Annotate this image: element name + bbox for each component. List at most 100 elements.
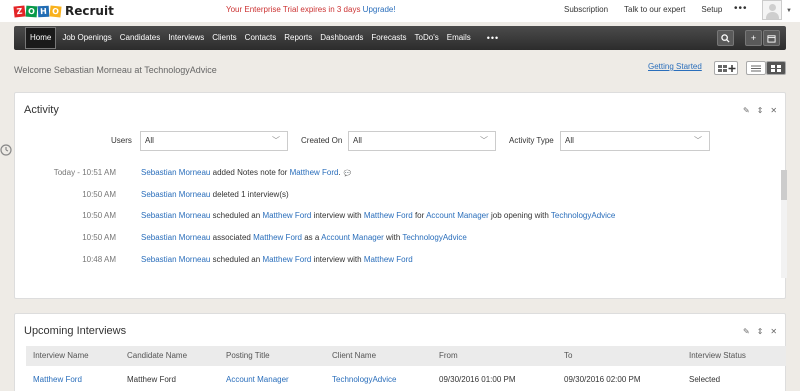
activity-text-fragment: associated xyxy=(210,233,254,242)
activity-type-select[interactable]: All ﹀ xyxy=(560,131,710,151)
chevron-down-icon[interactable]: ▼ xyxy=(786,8,792,14)
created-on-select[interactable]: All ﹀ xyxy=(348,131,496,151)
activity-time: 10:50 AM xyxy=(82,190,116,199)
activity-link[interactable]: Account Manager xyxy=(321,233,384,242)
column-header[interactable]: Posting Title xyxy=(226,351,270,360)
close-icon[interactable]: ✕ xyxy=(770,106,777,115)
main-nav: Home Job Openings Candidates Interviews Clie… xyxy=(14,26,786,50)
created-on-value: All xyxy=(353,136,362,145)
header-more-icon[interactable]: ••• xyxy=(734,3,748,14)
activity-link[interactable]: Matthew Ford xyxy=(364,211,413,220)
clock-icon[interactable] xyxy=(0,143,13,157)
column-header[interactable]: To xyxy=(564,351,572,360)
activity-text-fragment: deleted 1 interview(s) xyxy=(210,190,289,199)
table-cell: 09/30/2016 01:00 PM xyxy=(439,375,516,384)
activity-scroll-thumb[interactable] xyxy=(781,170,787,200)
note-icon[interactable]: 💬 xyxy=(344,171,351,177)
activity-text-fragment: added Notes note for xyxy=(210,168,290,177)
activity-controls: ✎ ⇕ ✕ xyxy=(736,106,777,115)
nav-item-emails[interactable]: Emails xyxy=(443,26,475,50)
activity-link[interactable]: Sebastian Morneau xyxy=(141,168,210,177)
add-widget-button[interactable] xyxy=(714,61,738,75)
activity-link[interactable]: Matthew Ford xyxy=(290,168,339,177)
activity-text-fragment: as a xyxy=(302,233,322,242)
nav-item-job-openings[interactable]: Job Openings xyxy=(58,26,115,50)
activity-text-fragment: interview with xyxy=(311,255,364,264)
nav-item-forecasts[interactable]: Forecasts xyxy=(367,26,410,50)
nav-items: Home Job Openings Candidates Interviews Clie… xyxy=(14,26,499,50)
activity-text: Sebastian Morneau deleted 1 interview(s) xyxy=(141,190,289,199)
nav-item-candidates[interactable]: Candidates xyxy=(116,26,164,50)
activity-text: Sebastian Morneau added Notes note for M… xyxy=(141,168,351,177)
column-header[interactable]: Interview Status xyxy=(689,351,746,360)
close-icon[interactable]: ✕ xyxy=(770,327,777,336)
reorder-icon[interactable]: ⇕ xyxy=(757,327,764,336)
users-filter-select[interactable]: All ﹀ xyxy=(140,131,288,151)
nav-item-home[interactable]: Home xyxy=(25,27,57,49)
table-cell[interactable]: Matthew Ford xyxy=(33,375,82,384)
list-view-icon[interactable] xyxy=(746,61,766,75)
activity-link[interactable]: Matthew Ford xyxy=(262,211,311,220)
activity-link[interactable]: TechnologyAdvice xyxy=(402,233,466,242)
activity-text-fragment: for xyxy=(412,211,427,220)
table-cell: 09/30/2016 02:00 PM xyxy=(564,375,641,384)
table-cell[interactable]: Account Manager xyxy=(226,375,289,384)
upgrade-link[interactable]: Upgrade! xyxy=(363,5,396,14)
nav-item-todo-s[interactable]: ToDo's xyxy=(411,26,443,50)
nav-item-contacts[interactable]: Contacts xyxy=(241,26,281,50)
quick-create-icon[interactable]: + xyxy=(745,30,762,46)
welcome-text: Welcome Sebastian Morneau at TechnologyA… xyxy=(14,65,217,75)
talk-to-expert-link[interactable]: Talk to our expert xyxy=(624,5,685,14)
activity-text: Sebastian Morneau scheduled an Matthew F… xyxy=(141,255,413,264)
activity-link[interactable]: Matthew Ford xyxy=(262,255,311,264)
calendar-icon[interactable] xyxy=(763,30,780,46)
column-header[interactable]: Candidate Name xyxy=(127,351,187,360)
activity-link[interactable]: Matthew Ford xyxy=(253,233,302,242)
chevron-down-icon: ﹀ xyxy=(272,136,280,145)
getting-started-link[interactable]: Getting Started xyxy=(648,62,702,71)
search-icon[interactable] xyxy=(717,30,734,46)
activity-link[interactable]: TechnologyAdvice xyxy=(551,211,615,220)
nav-item-reports[interactable]: Reports xyxy=(280,26,316,50)
activity-link[interactable]: Sebastian Morneau xyxy=(141,255,210,264)
activity-link[interactable]: Sebastian Morneau xyxy=(141,233,210,242)
activity-link[interactable]: Account Manager xyxy=(426,211,489,220)
edit-icon[interactable]: ✎ xyxy=(743,106,750,115)
zoho-logo-blocks: ZOHO xyxy=(13,4,62,18)
reorder-icon[interactable]: ⇕ xyxy=(757,106,764,115)
trial-notice: Your Enterprise Trial expires in 3 days … xyxy=(226,5,396,14)
activity-time: 10:50 AM xyxy=(82,211,116,220)
avatar[interactable] xyxy=(762,0,782,20)
logo-letter: O xyxy=(25,5,38,17)
nav-item-dashboards[interactable]: Dashboards xyxy=(316,26,367,50)
activity-link[interactable]: Sebastian Morneau xyxy=(141,211,210,220)
activity-text-fragment: job opening with xyxy=(488,211,551,220)
activity-panel xyxy=(14,92,786,299)
table-cell[interactable]: TechnologyAdvice xyxy=(332,375,396,384)
edit-icon[interactable]: ✎ xyxy=(743,327,750,336)
users-filter-label: Users xyxy=(111,136,132,145)
activity-text-fragment: with xyxy=(383,233,403,242)
top-bar: ZOHO Recruit Your Enterprise Trial expir… xyxy=(0,0,800,22)
activity-text-fragment: . xyxy=(338,168,341,177)
activity-time: 10:48 AM xyxy=(82,255,116,264)
interviews-controls: ✎ ⇕ ✕ xyxy=(736,327,777,336)
column-header[interactable]: From xyxy=(439,351,458,360)
column-header[interactable]: Client Name xyxy=(332,351,376,360)
nav-more-icon[interactable]: ••• xyxy=(487,26,499,50)
nav-item-interviews[interactable]: Interviews xyxy=(164,26,208,50)
activity-link[interactable]: Sebastian Morneau xyxy=(141,190,210,199)
upcoming-interviews-title: Upcoming Interviews xyxy=(24,325,127,337)
table-cell: Selected xyxy=(689,375,721,384)
app-name: Recruit xyxy=(65,4,114,18)
setup-link[interactable]: Setup xyxy=(701,5,722,14)
zoho-recruit-logo[interactable]: ZOHO Recruit xyxy=(13,3,114,19)
activity-text: Sebastian Morneau scheduled an Matthew F… xyxy=(141,211,615,220)
column-header[interactable]: Interview Name xyxy=(33,351,89,360)
activity-text-fragment: scheduled an xyxy=(210,255,263,264)
nav-item-clients[interactable]: Clients xyxy=(208,26,240,50)
chevron-down-icon: ﹀ xyxy=(694,136,702,145)
grid-view-icon[interactable] xyxy=(766,61,786,75)
activity-link[interactable]: Matthew Ford xyxy=(364,255,413,264)
subscription-link[interactable]: Subscription xyxy=(564,5,608,14)
